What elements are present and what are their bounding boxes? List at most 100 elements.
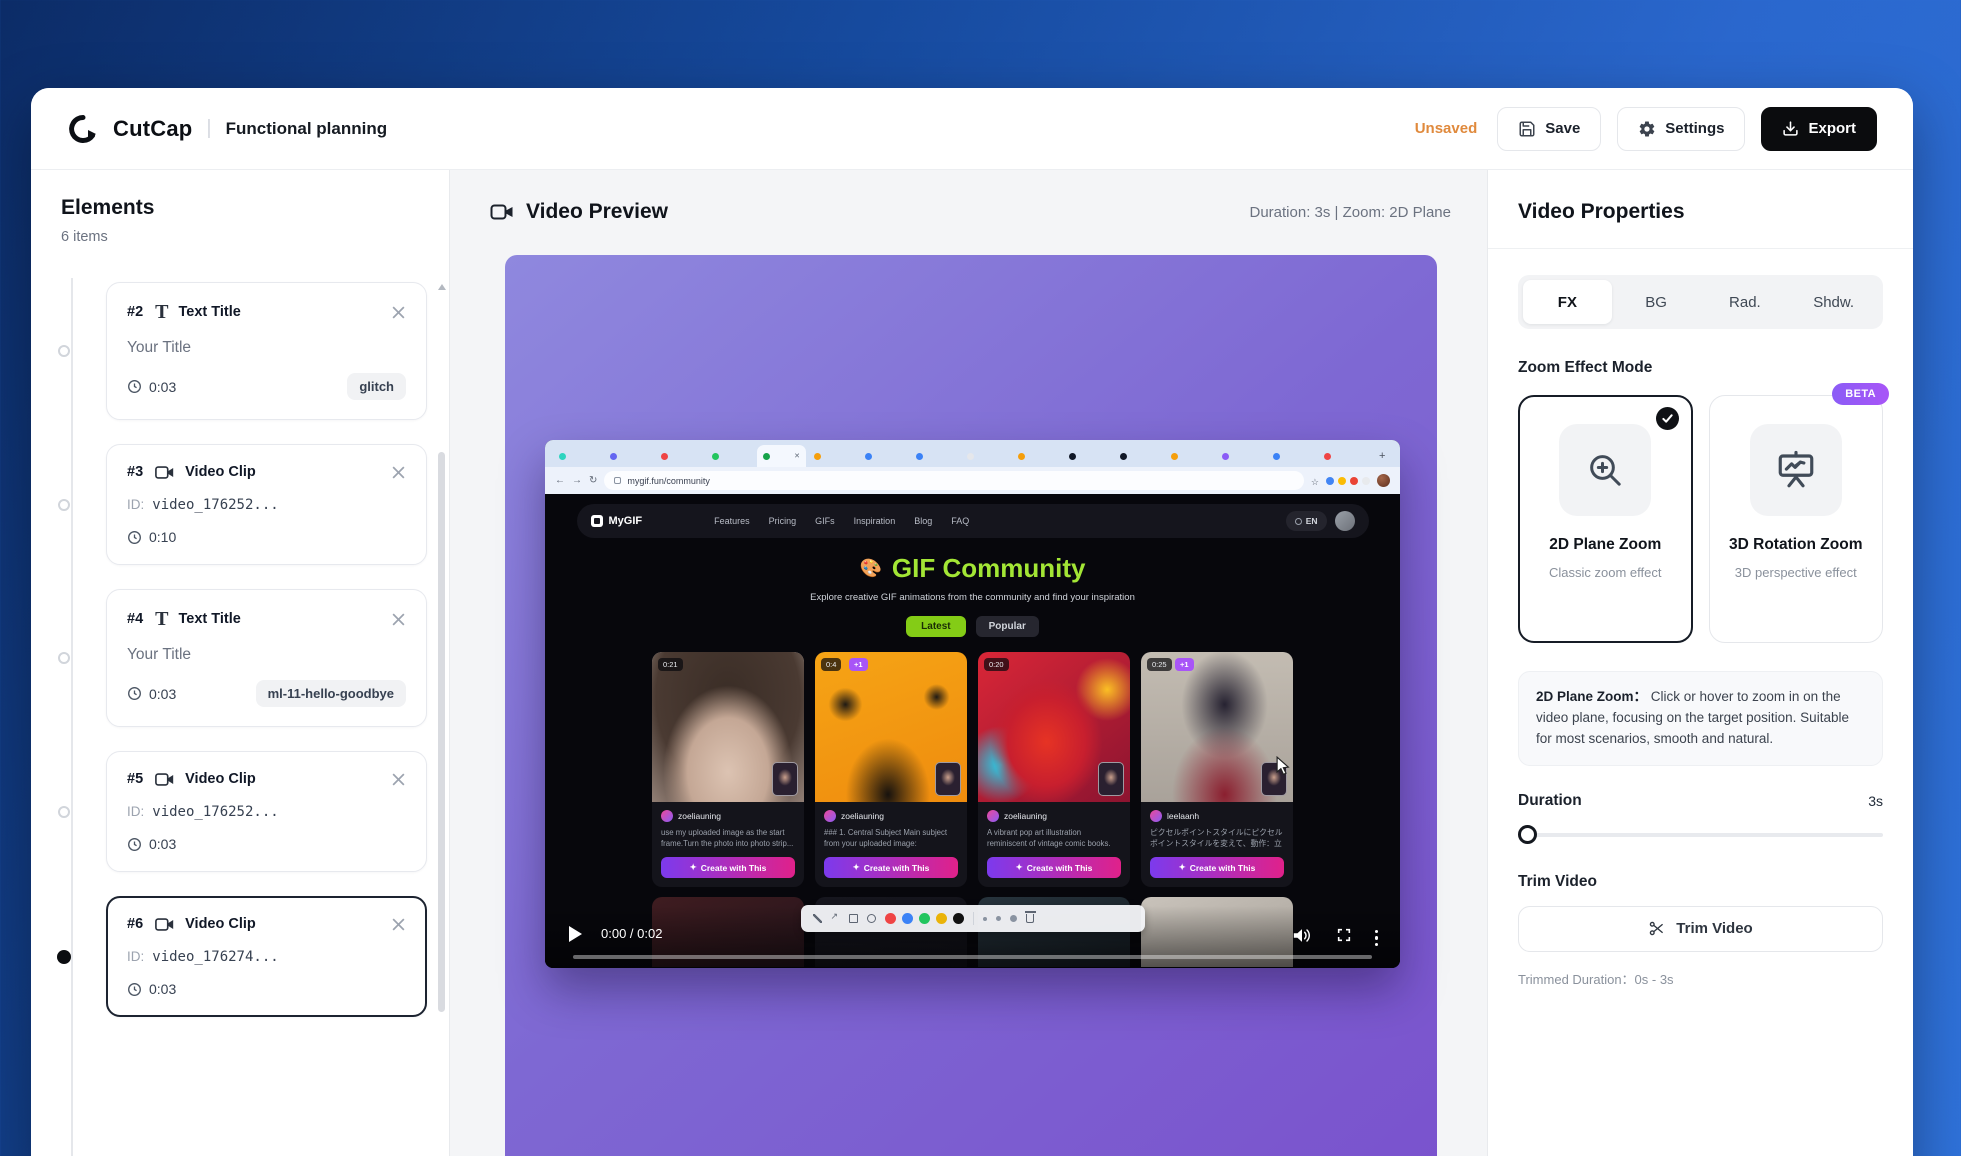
element-type: Video Clip: [185, 464, 256, 480]
extension-icons: [1326, 477, 1370, 485]
video-surface[interactable]: mygif.fun/community MyGIF: [545, 440, 1400, 968]
close-icon[interactable]: [391, 465, 406, 480]
filter-popular: Popular: [976, 616, 1039, 637]
tab-rad[interactable]: Rad.: [1701, 280, 1790, 324]
trim-button-label: Trim Video: [1676, 920, 1752, 937]
user-avatar: [824, 810, 836, 822]
site-nav-links: Features Pricing GIFs Inspiration Blog F…: [714, 516, 969, 526]
id-label: ID:: [127, 804, 144, 819]
tab-bg[interactable]: BG: [1612, 280, 1701, 324]
browser-tabs: [553, 445, 1367, 467]
timeline-dot: [58, 652, 70, 664]
mode-title: 2D Plane Zoom: [1529, 535, 1682, 556]
trimmed-duration: Trimmed Duration：0s - 3s: [1518, 969, 1883, 988]
element-duration: 0:03: [127, 981, 176, 997]
play-icon[interactable]: [569, 926, 582, 942]
properties-tab-bar: FX BG Rad. Shdw.: [1518, 275, 1883, 329]
header-divider: |: [206, 117, 211, 140]
gif-card-row: 0:21 zoeliauning use my uploaded image a…: [545, 652, 1400, 887]
fullscreen-icon[interactable]: [1336, 927, 1352, 943]
progress-bar[interactable]: [573, 955, 1372, 959]
palette-emoji: 🎨: [860, 558, 882, 579]
element-card-2[interactable]: #2 T Text Title Your Title 0:03: [106, 282, 427, 420]
preview-title: Video Preview: [526, 200, 668, 224]
app-header: CutCap | Functional planning Unsaved Sav…: [31, 88, 1913, 170]
element-card-3[interactable]: #3 Video Clip ID:video_176252...: [106, 444, 427, 565]
export-label: Export: [1808, 120, 1856, 137]
annotation-toolbar: [801, 905, 1145, 932]
mode-3d-rotation-zoom[interactable]: BETA 3D Rotation Zoom 3D perspective eff…: [1709, 395, 1884, 643]
slider-thumb[interactable]: [1518, 825, 1537, 844]
video-stage[interactable]: mygif.fun/community MyGIF: [505, 255, 1437, 1156]
close-icon[interactable]: [391, 305, 406, 320]
gif-card: 0:21 zoeliauning use my uploaded image a…: [652, 652, 804, 887]
mode-2d-plane-zoom[interactable]: 2D Plane Zoom Classic zoom effect: [1518, 395, 1693, 643]
pip-thumbnail: [772, 762, 798, 796]
trash-icon: [1026, 914, 1034, 923]
element-duration: 0:03: [127, 836, 176, 852]
element-number: #3: [127, 464, 143, 480]
arrow-icon: [831, 914, 840, 923]
volume-icon[interactable]: [1292, 927, 1312, 944]
close-icon[interactable]: [391, 917, 406, 932]
beta-badge: BETA: [1832, 383, 1889, 405]
site-subtitle: Explore creative GIF animations from the…: [545, 592, 1400, 603]
user-avatar: [1150, 810, 1162, 822]
settings-button[interactable]: Settings: [1617, 107, 1745, 151]
save-button[interactable]: Save: [1497, 107, 1601, 151]
tab-shdw[interactable]: Shdw.: [1789, 280, 1878, 324]
element-type: Text Title: [178, 611, 240, 627]
create-with-this-button: ✦Create with This: [987, 857, 1121, 878]
presentation-icon: [1750, 424, 1842, 516]
tab-fx[interactable]: FX: [1523, 280, 1612, 324]
user-avatar: [987, 810, 999, 822]
duration-value: 3s: [1868, 793, 1883, 809]
trim-video-button[interactable]: Trim Video: [1518, 906, 1883, 952]
video-icon: [155, 465, 175, 480]
close-icon[interactable]: [391, 612, 406, 627]
close-icon[interactable]: [391, 772, 406, 787]
timeline-dot: [58, 499, 70, 511]
site-page-title: 🎨 GIF Community: [860, 553, 1086, 584]
duration-slider[interactable]: [1518, 825, 1883, 845]
element-card-4[interactable]: #4 T Text Title Your Title 0:03: [106, 589, 427, 727]
slider-track[interactable]: [1524, 833, 1883, 837]
mode-description-lead: 2D Plane Zoom：: [1536, 689, 1647, 704]
scrollbar-thumb[interactable]: [438, 452, 445, 1012]
element-number: #4: [127, 611, 143, 627]
element-card-5[interactable]: #5 Video Clip ID:video_176252...: [106, 751, 427, 872]
gif-card: 0:25+1 leelaanh ピクセルポイントスタイルにピクセルポイントスタイ…: [1141, 652, 1293, 887]
download-icon: [1782, 120, 1799, 137]
id-label: ID:: [127, 949, 144, 964]
scroll-up-icon[interactable]: [438, 284, 446, 290]
video-camera-icon: [490, 203, 514, 221]
effect-badge: ml-11-hello-goodbye: [256, 680, 406, 707]
create-with-this-button: ✦Create with This: [1150, 857, 1284, 878]
properties-title: Video Properties: [1518, 200, 1883, 224]
forward-icon: [572, 475, 582, 486]
export-button[interactable]: Export: [1761, 107, 1877, 151]
app-window: CutCap | Functional planning Unsaved Sav…: [31, 88, 1913, 1156]
url-text: mygif.fun/community: [627, 476, 710, 486]
sidebar-scrollbar[interactable]: [438, 282, 446, 1156]
kebab-menu-icon[interactable]: [1375, 930, 1379, 947]
element-text: Your Title: [127, 339, 191, 357]
create-with-this-button: ✦Create with This: [661, 857, 795, 878]
divider: [1488, 248, 1913, 249]
save-label: Save: [1545, 120, 1580, 137]
timeline-dot: [58, 345, 70, 357]
element-type: Text Title: [178, 304, 240, 320]
pip-thumbnail: [1098, 762, 1124, 796]
element-card-6-selected[interactable]: #6 Video Clip ID:video_176274...: [106, 896, 427, 1017]
element-row: #4 T Text Title Your Title 0:03: [31, 589, 427, 727]
site-content: MyGIF Features Pricing GIFs Inspiration …: [545, 494, 1400, 968]
video-icon: [155, 772, 175, 787]
save-icon: [1518, 120, 1536, 138]
profile-avatar: [1377, 474, 1390, 487]
clock-icon: [127, 837, 142, 852]
duration-label: Duration: [1518, 792, 1582, 810]
text-icon: T: [155, 302, 168, 322]
mode-desc: Classic zoom effect: [1529, 564, 1682, 582]
element-row: #2 T Text Title Your Title 0:03: [31, 282, 427, 420]
gif-card: 0:4+1 zoeliauning ### 1. Central Subject…: [815, 652, 967, 887]
